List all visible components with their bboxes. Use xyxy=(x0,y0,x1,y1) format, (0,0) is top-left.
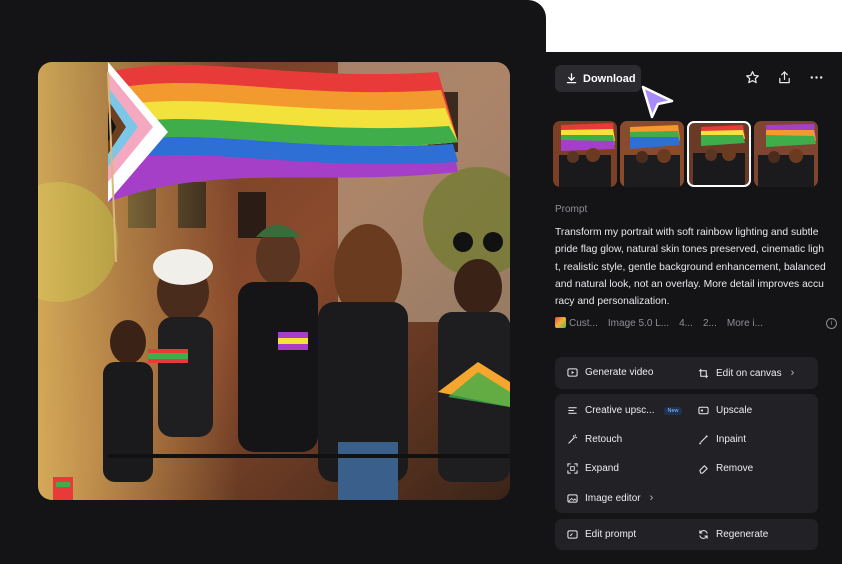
retouch-button[interactable]: Retouch xyxy=(567,434,622,445)
generation-meta: Cust... Image 5.0 L... 4... 2... More i.… xyxy=(555,317,837,329)
thumbnail-image xyxy=(754,121,818,187)
download-icon xyxy=(566,73,577,84)
edit-prompt-button[interactable]: Edit prompt xyxy=(567,529,636,540)
thumbnail-image xyxy=(553,121,617,187)
remove-button[interactable]: Remove xyxy=(698,463,753,474)
download-label: Download xyxy=(583,72,636,85)
star-icon xyxy=(746,71,759,84)
chevron-right-icon: › xyxy=(790,367,795,379)
inpaint-brush-icon xyxy=(699,435,708,445)
favorite-button[interactable] xyxy=(745,70,760,85)
retouch-wand-icon xyxy=(568,434,578,444)
thumbnail-2[interactable] xyxy=(620,121,684,187)
thumbnail-image xyxy=(620,121,684,187)
eraser-icon xyxy=(699,465,708,474)
action-group-prompt: Edit prompt Regenerate xyxy=(555,519,818,550)
meta-more[interactable]: More i... xyxy=(727,318,763,329)
expand-label: Expand xyxy=(585,463,619,474)
generate-video-label: Generate video xyxy=(585,367,654,378)
image-editor-label: Image editor xyxy=(585,492,641,504)
regenerate-icon xyxy=(699,530,708,539)
action-group-edit: Creative upsc... New Upscale Retouch Inp… xyxy=(555,394,818,513)
edit-on-canvas-button[interactable]: Edit on canvas › xyxy=(698,367,794,379)
upscale-button[interactable]: Upscale xyxy=(698,405,752,416)
retouch-label: Retouch xyxy=(585,434,623,445)
image-card xyxy=(0,0,546,564)
expand-button[interactable]: Expand xyxy=(567,463,619,474)
style-thumbnail-icon xyxy=(555,317,566,328)
thumbnail-4[interactable] xyxy=(754,121,818,187)
regenerate-label: Regenerate xyxy=(716,529,769,540)
meta-ratio[interactable]: 4... xyxy=(679,318,693,329)
download-button[interactable]: Download xyxy=(555,65,641,92)
prompt-label: Prompt xyxy=(555,204,588,215)
detail-panel: Download Prompt Transform my portrait wi… xyxy=(546,52,842,564)
more-icon xyxy=(810,76,823,79)
edit-on-canvas-label: Edit on canvas xyxy=(716,367,782,379)
new-badge: New xyxy=(664,406,682,415)
share-icon xyxy=(779,71,790,84)
share-button[interactable] xyxy=(777,70,792,85)
info-icon[interactable]: i xyxy=(826,317,837,329)
thumbnail-strip xyxy=(553,121,818,187)
inpaint-button[interactable]: Inpaint xyxy=(698,434,746,445)
creative-upscale-button[interactable]: Creative upsc... New xyxy=(567,405,682,416)
remove-label: Remove xyxy=(716,463,754,474)
action-group-primary: Generate video Edit on canvas › xyxy=(555,357,818,389)
regenerate-button[interactable]: Regenerate xyxy=(698,529,768,540)
pointer-cursor-icon xyxy=(641,85,674,119)
generated-image[interactable] xyxy=(38,62,510,500)
meta-style-label: Cust... xyxy=(569,318,598,329)
canvas-crop-icon xyxy=(698,368,709,378)
upscale-hd-icon xyxy=(698,406,709,415)
image-editor-icon xyxy=(567,493,578,503)
pride-crowd-photo xyxy=(38,62,510,500)
meta-count[interactable]: 2... xyxy=(703,318,717,329)
chevron-right-icon: › xyxy=(649,492,654,504)
thumbnail-3-selected[interactable] xyxy=(687,121,751,187)
creative-upscale-icon xyxy=(568,407,577,414)
creative-upscale-label: Creative upsc... xyxy=(585,405,655,416)
edit-prompt-label: Edit prompt xyxy=(585,529,637,540)
app-root: Download Prompt Transform my portrait wi… xyxy=(0,0,842,564)
generate-video-button[interactable]: Generate video xyxy=(567,367,653,378)
video-icon xyxy=(567,368,578,377)
meta-model[interactable]: Image 5.0 L... xyxy=(608,318,669,329)
edit-prompt-icon xyxy=(567,530,578,539)
thumbnail-image xyxy=(687,121,751,187)
expand-icon xyxy=(567,463,578,474)
inpaint-label: Inpaint xyxy=(716,434,747,445)
prompt-text: Transform my portrait with soft rainbow … xyxy=(555,227,826,308)
thumbnail-1[interactable] xyxy=(553,121,617,187)
more-button[interactable] xyxy=(809,70,824,85)
upscale-label: Upscale xyxy=(716,405,753,416)
meta-style[interactable]: Cust... xyxy=(555,317,598,329)
toolbar-icons xyxy=(745,70,824,85)
image-editor-button[interactable]: Image editor › xyxy=(567,492,653,504)
